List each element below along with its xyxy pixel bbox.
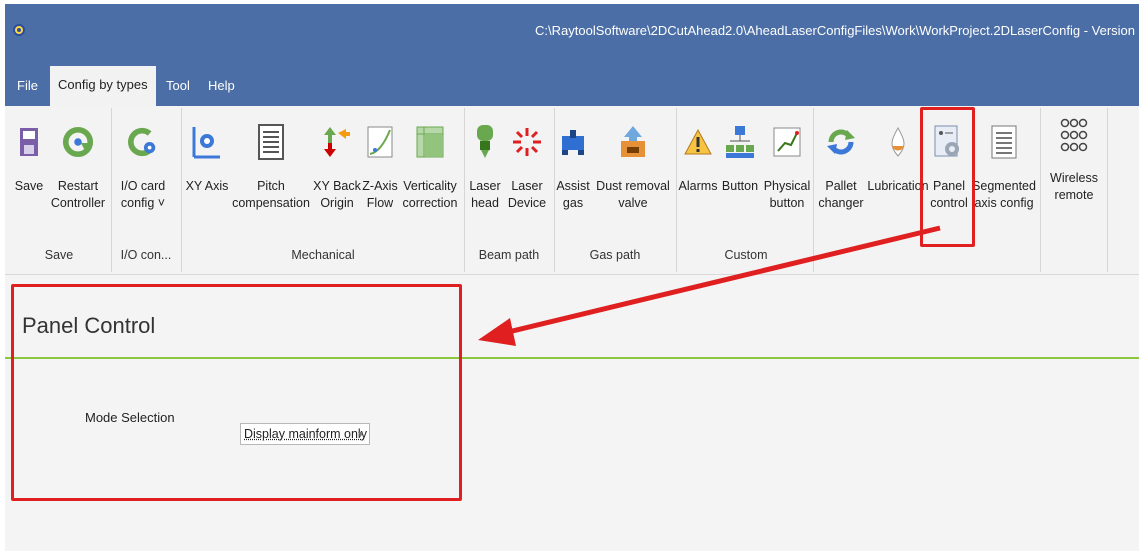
- annotation-arrow: [478, 225, 941, 346]
